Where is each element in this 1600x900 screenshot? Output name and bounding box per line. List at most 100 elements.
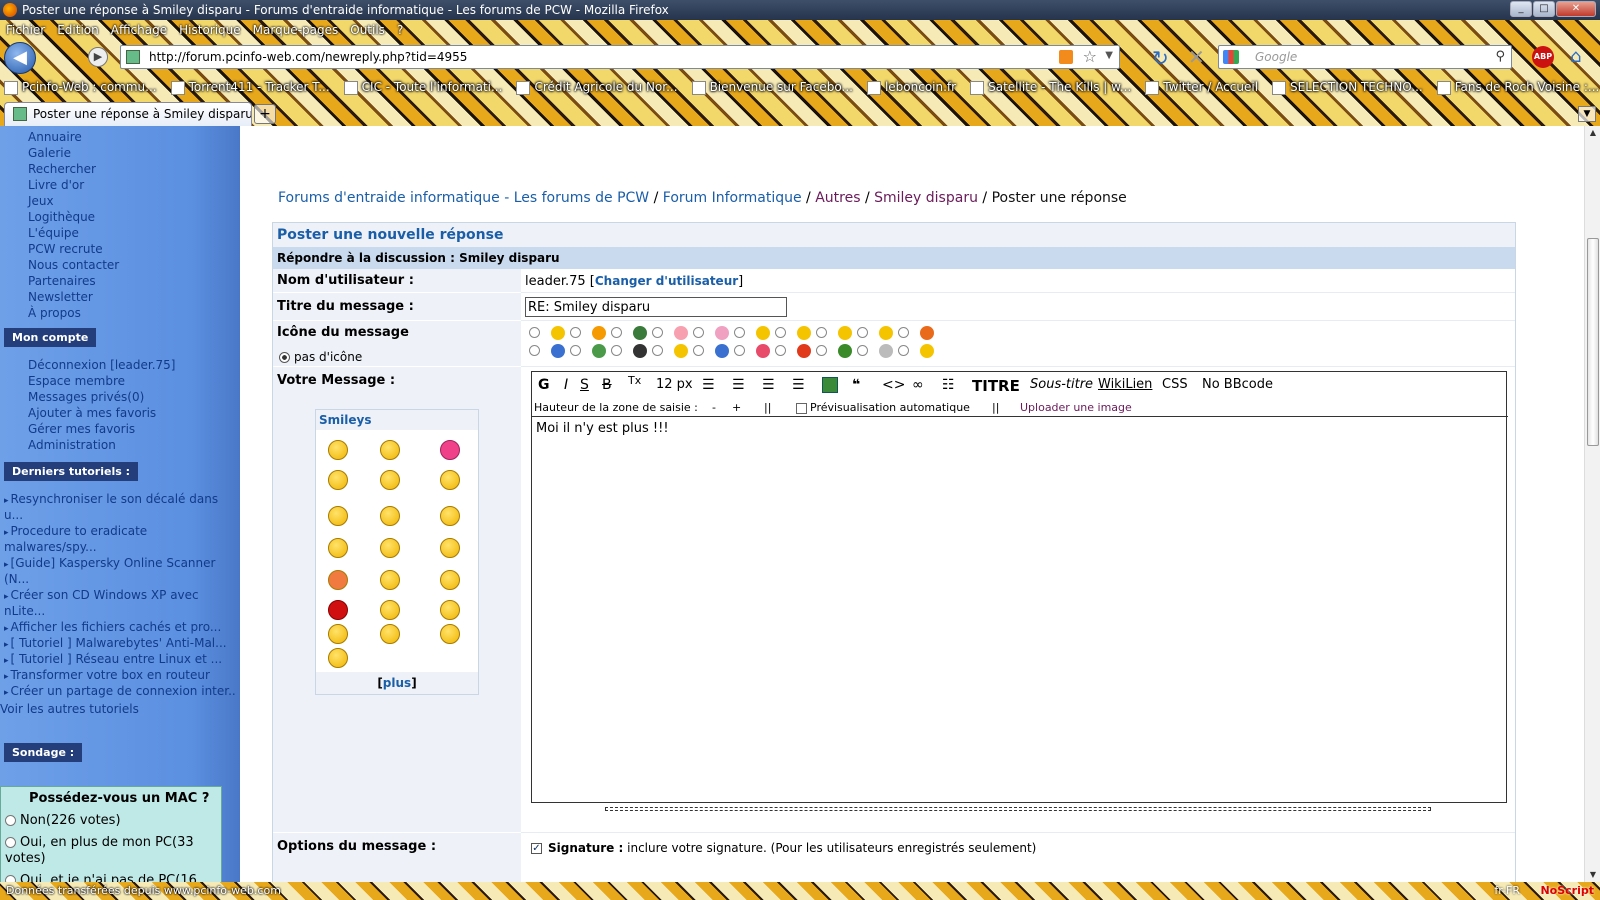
- icon-radio[interactable]: [734, 327, 745, 338]
- clear-format-button[interactable]: Tx: [628, 374, 641, 387]
- height-plus-button[interactable]: +: [732, 401, 741, 414]
- sidebar-link-annuaire[interactable]: Annuaire: [28, 130, 82, 144]
- sidebar-link-contact[interactable]: Nous contacter: [28, 258, 119, 272]
- tutorial-link[interactable]: Transformer votre box en routeur: [4, 668, 236, 682]
- height-minus-button[interactable]: -: [712, 401, 716, 414]
- msg-title-input[interactable]: [525, 297, 787, 317]
- message-icon-option[interactable]: [529, 326, 565, 340]
- upload-image-link[interactable]: Uploader une image: [1020, 401, 1132, 414]
- search-icon[interactable]: ⚲: [1495, 49, 1505, 64]
- code-icon[interactable]: <>: [882, 377, 905, 393]
- message-icon-option[interactable]: [898, 344, 934, 358]
- smiley-icon[interactable]: [440, 470, 460, 490]
- url-bar[interactable]: http://forum.pcinfo-web.com/newreply.php…: [120, 45, 1120, 69]
- smiley-icon[interactable]: [380, 538, 400, 558]
- breadcrumb-thread[interactable]: Smiley disparu: [874, 190, 978, 206]
- editor-resize-handle[interactable]: [605, 807, 1431, 811]
- message-icon-option[interactable]: [734, 344, 770, 358]
- message-icon-option[interactable]: [857, 326, 893, 340]
- sidebar-link-recrute[interactable]: PCW recrute: [28, 242, 103, 256]
- poll-radio[interactable]: [5, 837, 16, 848]
- tutorial-link[interactable]: Créer son CD Windows XP avec: [4, 588, 236, 602]
- message-icon-option[interactable]: [529, 344, 565, 358]
- sidebar-link-add-favorites[interactable]: Ajouter à mes favoris: [28, 406, 156, 420]
- smiley-icon[interactable]: [380, 470, 400, 490]
- bookmark-item[interactable]: Crédit Agricole du Nor...: [516, 76, 678, 98]
- tutorial-link-cont[interactable]: nLite...: [4, 604, 45, 618]
- noscript-icon[interactable]: NoScript: [1540, 882, 1594, 900]
- icon-radio[interactable]: [570, 327, 581, 338]
- tutorial-link-cont[interactable]: u...: [4, 508, 23, 522]
- smiley-icon[interactable]: [380, 506, 400, 526]
- breadcrumb-subforum[interactable]: Autres: [815, 190, 860, 206]
- tutorial-link[interactable]: Procedure to eradicate: [4, 524, 236, 538]
- icon-radio[interactable]: [898, 327, 909, 338]
- home-icon[interactable]: ⌂: [1570, 46, 1581, 67]
- message-icon-option[interactable]: [816, 344, 852, 358]
- sidebar-link-logitheque[interactable]: Logithèque: [28, 210, 95, 224]
- poll-radio[interactable]: [5, 875, 16, 882]
- search-box[interactable]: Google ⚲: [1218, 45, 1512, 69]
- message-icon-option[interactable]: [693, 344, 729, 358]
- underline-button[interactable]: S: [580, 377, 589, 393]
- align-center-icon[interactable]: ☰: [732, 377, 745, 393]
- google-engine-icon[interactable]: [1223, 50, 1239, 64]
- smiley-icon[interactable]: [328, 440, 348, 460]
- icon-radio[interactable]: [570, 345, 581, 356]
- smiley-icon[interactable]: [328, 624, 348, 644]
- forward-button[interactable]: ▶: [88, 47, 108, 67]
- smiley-icon[interactable]: [440, 624, 460, 644]
- new-tab-button[interactable]: +: [254, 104, 276, 124]
- sidebar-link-newsletter[interactable]: Newsletter: [28, 290, 93, 304]
- icon-radio[interactable]: [775, 327, 786, 338]
- autopreview-option[interactable]: Prévisualisation automatique: [796, 401, 970, 414]
- smiley-icon[interactable]: [328, 470, 348, 490]
- bookmark-item[interactable]: Twitter / Accueil: [1145, 76, 1258, 98]
- smiley-icon[interactable]: [440, 506, 460, 526]
- bold-button[interactable]: G: [538, 377, 550, 393]
- poll-option[interactable]: Oui, et je n'ai pas de PC(16: [5, 873, 197, 882]
- poll-radio[interactable]: [5, 815, 16, 826]
- message-icon-option[interactable]: [611, 326, 647, 340]
- message-icon-option[interactable]: [652, 326, 688, 340]
- smiley-icon[interactable]: [380, 624, 400, 644]
- smiley-icon[interactable]: [328, 600, 348, 620]
- strike-button[interactable]: B: [602, 377, 612, 393]
- message-icon-option[interactable]: [734, 326, 770, 340]
- link-icon[interactable]: ∞: [912, 377, 924, 393]
- autopreview-checkbox[interactable]: [796, 402, 807, 414]
- sidebar-link-logout[interactable]: Déconnexion [leader.75]: [28, 358, 176, 372]
- titre-button[interactable]: TITRE: [972, 377, 1020, 395]
- icon-radio[interactable]: [652, 345, 663, 356]
- icon-radio[interactable]: [529, 327, 540, 338]
- menu-file[interactable]: Fichier: [6, 20, 45, 40]
- vertical-scrollbar[interactable]: ▲ ▼: [1584, 126, 1600, 882]
- menu-history[interactable]: Historique: [179, 20, 241, 40]
- subtitle-button[interactable]: Sous-titre: [1030, 377, 1093, 392]
- message-icon-option[interactable]: [857, 344, 893, 358]
- message-icon-option[interactable]: [693, 326, 729, 340]
- icon-radio[interactable]: [857, 327, 868, 338]
- smiley-icon[interactable]: [380, 600, 400, 620]
- smiley-icon[interactable]: [328, 570, 348, 590]
- breadcrumb-category[interactable]: Forum Informatique: [663, 190, 802, 206]
- reload-icon[interactable]: ↻: [1152, 46, 1169, 70]
- no-icon-option[interactable]: pas d'icône: [279, 345, 362, 369]
- message-icon-option[interactable]: [898, 326, 934, 340]
- bookmark-item[interactable]: SELECTION TECHNO...: [1272, 76, 1423, 98]
- poll-option[interactable]: Oui, en plus de mon PC(33: [5, 835, 194, 850]
- breadcrumb-forum[interactable]: Forums d'entraide informatique - Les for…: [278, 190, 649, 206]
- sidebar-link-apropos[interactable]: À propos: [28, 306, 81, 320]
- sidebar-link-member-space[interactable]: Espace membre: [28, 374, 125, 388]
- icon-radio[interactable]: [611, 327, 622, 338]
- message-icon-option[interactable]: [816, 326, 852, 340]
- menu-view[interactable]: Affichage: [111, 20, 167, 40]
- message-icon-option[interactable]: [652, 344, 688, 358]
- smiley-icon[interactable]: [328, 506, 348, 526]
- smiley-icon[interactable]: [328, 648, 348, 668]
- signature-checkbox[interactable]: ✓: [531, 843, 542, 854]
- bookmark-item[interactable]: leboncoin.fr: [866, 76, 956, 98]
- align-justify-icon[interactable]: ☰: [792, 377, 805, 393]
- icon-radio[interactable]: [611, 345, 622, 356]
- quote-icon[interactable]: ❝: [852, 377, 860, 393]
